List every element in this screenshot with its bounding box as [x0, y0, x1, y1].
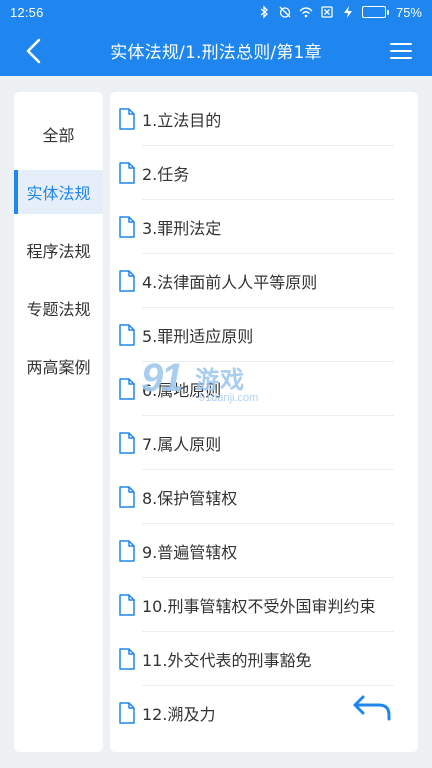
- list-item[interactable]: 1.立法目的: [110, 92, 418, 146]
- list-item-label: 11.外交代表的刑事豁免: [142, 651, 312, 670]
- article-list: 1.立法目的 2.任务 3.罪刑法定 4.法律面前人人平等原则 5.罪刑适应原则 6.属地…: [110, 92, 418, 752]
- sidebar-item-label: 程序法规: [26, 242, 91, 261]
- document-icon: [118, 378, 136, 400]
- alarm-off-icon: [278, 5, 292, 19]
- list-item[interactable]: 10.刑事管辖权不受外国审判约束: [110, 578, 418, 632]
- document-icon: [118, 540, 136, 562]
- back-button[interactable]: [18, 36, 48, 66]
- status-bar: 12:56 75%: [0, 0, 432, 24]
- list-item-label: 1.立法目的: [142, 111, 222, 130]
- return-arrow-icon: [353, 695, 391, 721]
- document-icon: [118, 594, 136, 616]
- sidebar-item-special-laws[interactable]: 专题法规: [14, 286, 103, 330]
- document-icon: [118, 432, 136, 454]
- list-item[interactable]: 6.属地原则: [110, 362, 418, 416]
- sidebar-item-substantive-laws[interactable]: 实体法规: [14, 170, 103, 214]
- sidebar-item-supreme-cases[interactable]: 两高案例: [14, 344, 103, 388]
- menu-button[interactable]: [386, 36, 416, 66]
- sim-off-icon: [320, 5, 334, 19]
- list-item[interactable]: 9.普遍管辖权: [110, 524, 418, 578]
- app-header: 12:56 75% 实体法规/1.刑法总则/第1章: [0, 0, 432, 76]
- list-item[interactable]: 3.罪刑法定: [110, 200, 418, 254]
- status-icons: 75%: [257, 5, 422, 20]
- document-icon: [118, 486, 136, 508]
- list-item-label: 7.属人原则: [142, 435, 222, 454]
- document-icon: [118, 702, 136, 724]
- hamburger-menu-icon: [390, 43, 412, 59]
- list-item-label: 2.任务: [142, 165, 190, 184]
- list-item[interactable]: 2.任务: [110, 146, 418, 200]
- list-item-label: 6.属地原则: [142, 381, 222, 400]
- battery-percent: 75%: [395, 4, 422, 20]
- sidebar-item-label: 全部: [42, 126, 75, 145]
- list-item-label: 12.溯及力: [142, 705, 216, 724]
- document-icon: [118, 216, 136, 238]
- document-icon: [118, 324, 136, 346]
- list-item[interactable]: 4.法律面前人人平等原则: [110, 254, 418, 308]
- list-item[interactable]: 8.保护管辖权: [110, 470, 418, 524]
- wifi-icon: [299, 5, 313, 19]
- document-icon: [118, 162, 136, 184]
- sidebar-item-procedural-laws[interactable]: 程序法规: [14, 228, 103, 272]
- list-item[interactable]: 11.外交代表的刑事豁免: [110, 632, 418, 686]
- list-item-label: 8.保护管辖权: [142, 489, 238, 508]
- list-item-label: 4.法律面前人人平等原则: [142, 273, 318, 292]
- document-icon: [118, 270, 136, 292]
- list-item[interactable]: 5.罪刑适应原则: [110, 308, 418, 362]
- list-item-label: 5.罪刑适应原则: [142, 327, 254, 346]
- sidebar-item-label: 两高案例: [26, 358, 91, 377]
- battery-icon: [361, 6, 389, 18]
- category-sidebar: 全部 实体法规 程序法规 专题法规 两高案例: [14, 92, 103, 752]
- sidebar-item-label: 实体法规: [26, 184, 91, 203]
- list-item[interactable]: 7.属人原则: [110, 416, 418, 470]
- return-button[interactable]: [350, 690, 394, 726]
- sidebar-item-all[interactable]: 全部: [14, 112, 103, 156]
- list-item-label: 9.普遍管辖权: [142, 543, 238, 562]
- document-icon: [118, 648, 136, 670]
- bluetooth-icon: [257, 5, 271, 19]
- back-chevron-icon: [26, 38, 41, 64]
- list-item-label: 10.刑事管辖权不受外国审判约束: [142, 597, 376, 616]
- document-icon: [118, 108, 136, 130]
- charging-icon: [341, 5, 355, 19]
- title-bar: 实体法规/1.刑法总则/第1章: [0, 24, 432, 76]
- status-time: 12:56: [10, 4, 44, 20]
- page-title: 实体法规/1.刑法总则/第1章: [110, 42, 322, 63]
- list-item-label: 3.罪刑法定: [142, 219, 222, 238]
- sidebar-item-label: 专题法规: [26, 300, 91, 319]
